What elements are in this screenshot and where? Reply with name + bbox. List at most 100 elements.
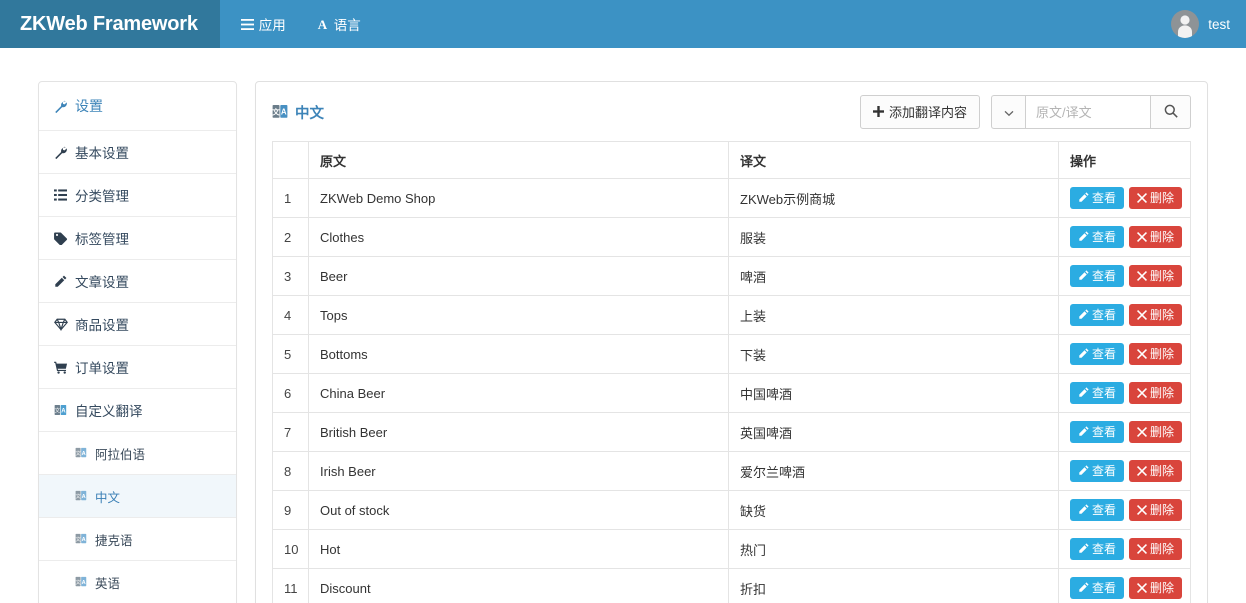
row-source-text: Bottoms [308,334,729,374]
add-translation-button[interactable]: 添加翻译内容 [859,95,980,129]
view-button[interactable]: 查看 [1070,303,1125,326]
delete-button[interactable]: 删除 [1129,265,1183,288]
search-submit-button[interactable] [1151,95,1191,129]
row-source-text: Beer [308,256,729,296]
row-source-text: Clothes [308,217,729,257]
column-header-actions: 操作 [1058,141,1191,179]
sidebar-item-order-settings[interactable]: 订单设置 [39,345,236,388]
view-button[interactable]: 查看 [1070,342,1125,365]
x-icon [1137,271,1148,282]
sidebar-item-custom-translate[interactable]: 文 A 自定义翻译 [39,388,236,431]
table-row: 11 Discount 折扣 查看 删除 [272,568,1191,603]
row-index: 8 [272,451,309,491]
delete-button-label: 删除 [1150,581,1175,596]
row-actions: 查看 删除 [1058,490,1191,530]
sidebar-item-chinese[interactable]: 文 A 中文 [39,474,236,517]
row-source-text: British Beer [308,412,729,452]
row-index: 11 [272,568,309,603]
x-icon [1137,466,1148,477]
delete-button[interactable]: 删除 [1129,538,1183,561]
row-translation-text: 下装 [728,334,1059,374]
table-row: 8 Irish Beer 爱尔兰啤酒 查看 删除 [272,451,1191,491]
sidebar-item-czech[interactable]: 文 A 捷克语 [39,517,236,560]
language-icon: 文 A [73,576,88,588]
sidebar-item-tag-manage[interactable]: 标签管理 [39,216,236,259]
user-avatar-icon [1178,15,1193,38]
edit-icon [1078,426,1089,437]
table-row: 3 Beer 啤酒 查看 删除 [272,256,1191,296]
row-index: 9 [272,490,309,530]
view-button[interactable]: 查看 [1070,381,1125,404]
table-head: 原文 译文 操作 [272,141,1191,179]
view-button[interactable]: 查看 [1070,264,1125,287]
wrench-icon [53,100,68,113]
table-body: 1 ZKWeb Demo Shop ZKWeb示例商城 查看 删除 2 Clothes 服装查… [272,178,1191,603]
edit-icon [1078,192,1089,203]
delete-button[interactable]: 删除 [1129,382,1183,405]
delete-button[interactable]: 删除 [1129,304,1183,327]
row-source-text: Tops [308,295,729,335]
delete-button[interactable]: 删除 [1129,499,1183,522]
diamond-icon [53,318,68,331]
edit-icon [1078,348,1089,359]
user-name[interactable]: test [1208,17,1230,32]
sidebar-item-settings[interactable]: 设置 [39,82,236,130]
view-button[interactable]: 查看 [1070,186,1125,209]
delete-button[interactable]: 删除 [1129,460,1183,483]
svg-text:A: A [281,108,287,117]
view-button[interactable]: 查看 [1070,225,1125,248]
view-button[interactable]: 查看 [1070,420,1125,443]
row-index: 2 [272,217,309,257]
view-button-label: 查看 [1092,385,1117,400]
row-index: 4 [272,295,309,335]
page-title: 文 A 中文 [272,102,324,123]
delete-button-label: 删除 [1150,269,1175,284]
sidebar-item-product-settings[interactable]: 商品设置 [39,302,236,345]
row-translation-text: 服装 [728,217,1059,257]
search-input[interactable] [1025,95,1151,129]
view-button[interactable]: 查看 [1070,537,1125,560]
sidebar-item-basic-settings[interactable]: 基本设置 [39,130,236,173]
delete-button[interactable]: 删除 [1129,226,1183,249]
cart-icon [53,361,68,374]
avatar[interactable] [1171,10,1200,38]
edit-icon [1078,309,1089,320]
row-source-text: Discount [308,568,729,603]
view-button[interactable]: 查看 [1070,459,1125,482]
search-field-dropdown-button[interactable] [991,95,1025,129]
panel-header: 文 A 中文 添加翻译内容 [256,82,1207,141]
x-icon [1137,583,1148,594]
view-button-label: 查看 [1092,346,1117,361]
translations-table: 原文 译文 操作 1 ZKWeb Demo Shop ZKWeb示例商城 查看 删除 2 C… [272,141,1191,603]
delete-button[interactable]: 删除 [1129,421,1183,444]
row-translation-text: 上装 [728,295,1059,335]
sidebar-item-category-manage[interactable]: 分类管理 [39,173,236,216]
sidebar-item-order-settings-label: 订单设置 [75,361,129,376]
delete-button[interactable]: 删除 [1129,343,1183,366]
table-row: 4 Tops 上装 查看 删除 [272,295,1191,335]
edit-icon [1078,387,1089,398]
sidebar-item-english[interactable]: 文 A 英语 [39,560,236,603]
view-button[interactable]: 查看 [1070,498,1125,521]
row-source-text: Out of stock [308,490,729,530]
x-icon [1137,310,1148,321]
nav-item-language[interactable]: A 语言 [301,0,376,48]
pencil-icon [53,275,68,288]
list-icon [53,189,68,201]
svg-text:A: A [61,407,66,414]
language-icon: 文 A [73,447,88,459]
sidebar-item-arabic[interactable]: 文 A 阿拉伯语 [39,431,236,474]
tag-icon [53,232,68,245]
sidebar-item-article-settings[interactable]: 文章设置 [39,259,236,302]
delete-button[interactable]: 删除 [1129,577,1183,600]
view-button[interactable]: 查看 [1070,576,1125,599]
brand-logo[interactable]: ZKWeb Framework [0,0,220,48]
delete-button[interactable]: 删除 [1129,187,1183,210]
view-button-label: 查看 [1092,502,1117,517]
row-index: 1 [272,178,309,218]
row-actions: 查看 删除 [1058,412,1191,452]
wrench-icon [53,146,68,159]
nav-item-apps[interactable]: 应用 [226,0,301,48]
delete-button-label: 删除 [1150,191,1175,206]
sidebar: 设置 基本设置 分类管理 标签管理 文章设置 商品设置 订单设置 文 A 自定义… [38,81,237,603]
